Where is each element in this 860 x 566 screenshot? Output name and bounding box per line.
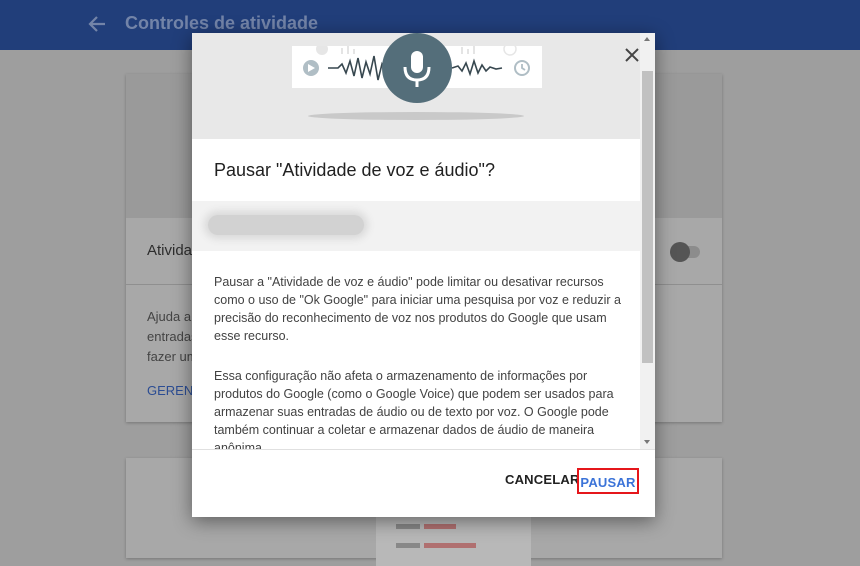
activity-toggle[interactable]: [670, 242, 700, 262]
pause-dialog: Pausar "Atividade de voz e áudio"? Pausa…: [192, 33, 655, 517]
dialog-footer-divider: [192, 449, 655, 450]
scrollbar-thumb[interactable]: [642, 71, 653, 363]
close-icon[interactable]: [621, 44, 643, 66]
dialog-paragraph-2: Essa configuração não afeta o armazename…: [214, 369, 614, 449]
voice-illustration: [192, 33, 640, 139]
microphone-icon: [403, 51, 431, 87]
dialog-scroll-area[interactable]: Pausar "Atividade de voz e áudio"? Pausa…: [192, 33, 640, 449]
cancel-button[interactable]: CANCELAR: [505, 465, 580, 495]
dialog-title: Pausar "Atividade de voz e áudio"?: [214, 160, 495, 180]
dialog-scrollbar[interactable]: [640, 33, 655, 449]
page-title: Controles de atividade: [125, 13, 319, 33]
dialog-paragraph-1: Pausar a "Atividade de voz e áudio" pode…: [214, 275, 622, 343]
pause-button[interactable]: PAUSAR: [577, 468, 639, 494]
toggle-knob: [670, 242, 690, 262]
scroll-down-arrow-icon[interactable]: [644, 440, 650, 444]
illustration-shadow: [308, 112, 524, 120]
blurred-account: [208, 215, 364, 235]
microphone-badge: [382, 33, 452, 103]
scroll-up-arrow-icon[interactable]: [644, 37, 650, 41]
card-illustration: [376, 516, 531, 566]
arrow-left-icon[interactable]: [86, 12, 108, 36]
account-info-bar: [192, 201, 640, 251]
